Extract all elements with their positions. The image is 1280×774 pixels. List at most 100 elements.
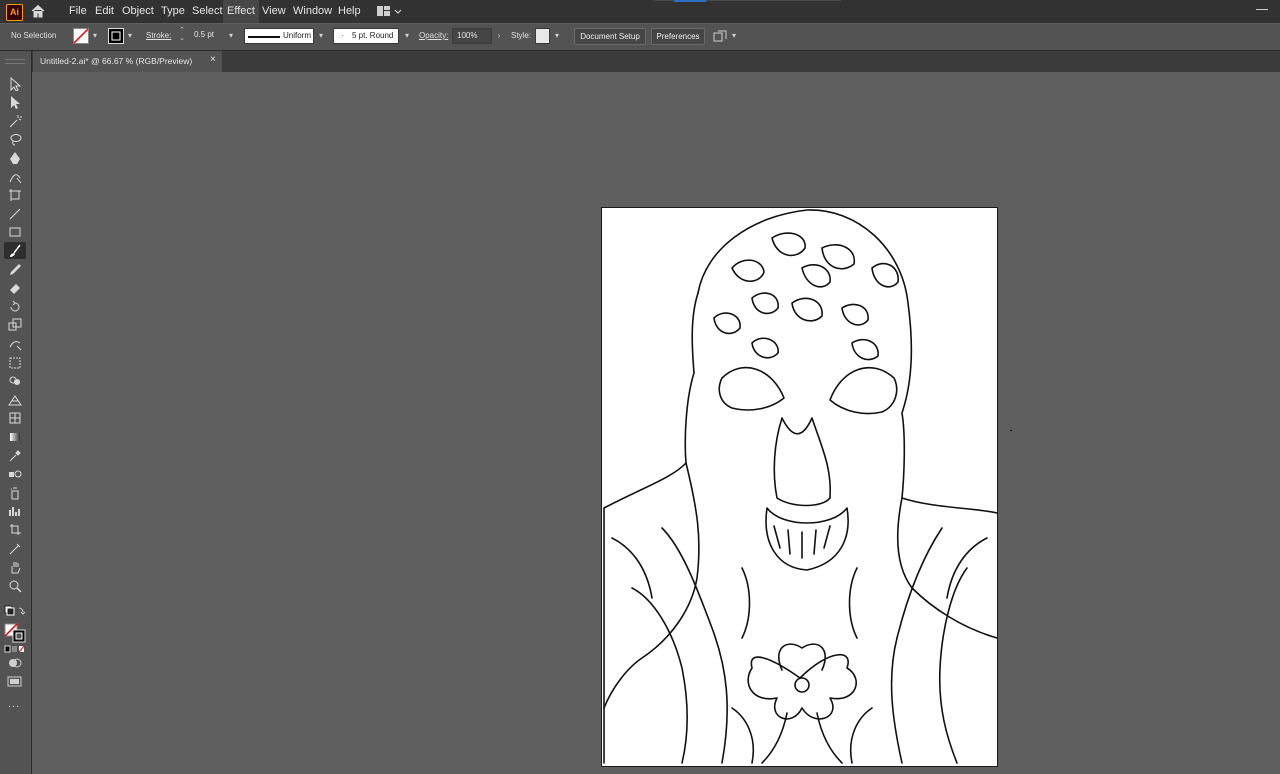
mesh-icon <box>9 412 21 424</box>
stroke-weight-dropdown-icon[interactable]: ▾ <box>226 30 236 42</box>
fill-none-swatch[interactable] <box>73 28 89 44</box>
stroke-weight-field[interactable]: 0.5 pt <box>190 28 220 44</box>
rotate-icon <box>10 300 20 312</box>
eyedropper-icon <box>9 449 21 461</box>
profile-line-icon <box>248 36 280 38</box>
opacity-label[interactable]: Opacity: <box>419 31 448 40</box>
default-fill-stroke-icon[interactable] <box>4 605 26 621</box>
blend-tool[interactable] <box>4 466 26 483</box>
rotate-tool[interactable] <box>4 298 26 315</box>
paintbrush-icon <box>10 244 21 257</box>
fill-stroke-icon[interactable] <box>4 623 26 643</box>
screen-mode-icon[interactable] <box>7 675 23 687</box>
artboard-tool[interactable] <box>4 187 26 204</box>
direct-selection-tool[interactable] <box>4 94 26 111</box>
workspace-switcher-icon[interactable] <box>376 4 402 19</box>
selection-icon <box>10 76 22 91</box>
slice-icon <box>10 523 21 535</box>
profile-dropdown-icon[interactable]: ▾ <box>316 30 326 42</box>
minimize-icon[interactable] <box>1252 3 1272 19</box>
free-transform-icon <box>9 357 21 368</box>
brush-dropdown-icon[interactable]: ▾ <box>402 30 412 42</box>
profile-label: Uniform <box>283 31 312 40</box>
line-segment-tool[interactable] <box>4 205 26 222</box>
eraser-alt-tool[interactable] <box>4 540 26 557</box>
accent-indicator <box>674 0 706 2</box>
lasso-icon <box>10 134 22 146</box>
document-tab-title: Untitled-2.ai* @ 66.67 % (RGB/Preview) <box>40 56 193 66</box>
scale-tool[interactable] <box>4 317 26 334</box>
variable-width-profile[interactable]: Uniform <box>244 28 314 44</box>
hand-icon <box>11 562 21 574</box>
magic-wand-tool[interactable] <box>4 112 26 129</box>
slice-tool[interactable] <box>4 521 26 538</box>
menu-type[interactable]: Type <box>157 0 189 23</box>
control-bar: No Selection ▾ ▾ Stroke: ⌃ ⌄ 0.5 pt ▾ Uni… <box>0 24 1280 51</box>
opacity-arrow-icon[interactable]: › <box>494 30 504 42</box>
mesh-tool[interactable] <box>4 410 26 427</box>
home-icon[interactable] <box>30 3 46 19</box>
fill-dropdown-icon[interactable]: ▾ <box>90 30 100 42</box>
edit-toolbar-icon[interactable]: ... <box>8 698 20 710</box>
scale-icon <box>8 318 22 331</box>
curvature-tool[interactable] <box>4 168 26 185</box>
opacity-field[interactable]: 100% <box>452 28 492 44</box>
menu-effect[interactable]: Effect <box>223 0 259 23</box>
menu-view[interactable]: View <box>258 0 290 23</box>
document-setup-button[interactable]: Document Setup <box>574 28 646 45</box>
shape-builder-tool[interactable] <box>4 373 26 390</box>
free-transform-tool[interactable] <box>4 354 26 371</box>
magic-wand-icon <box>9 114 22 128</box>
shape-builder-icon <box>9 376 20 386</box>
line-segment-icon <box>9 208 21 220</box>
zoom-tool[interactable] <box>4 577 26 594</box>
graphic-style-swatch[interactable] <box>535 28 550 44</box>
eraser-alt-icon <box>9 543 21 554</box>
document-tab[interactable]: Untitled-2.ai* @ 66.67 % (RGB/Preview) × <box>33 51 222 72</box>
close-icon[interactable]: × <box>210 54 216 65</box>
style-dropdown-icon[interactable]: ▾ <box>552 30 562 42</box>
color-mode-icon[interactable] <box>4 645 26 653</box>
pen-tool[interactable] <box>4 149 26 166</box>
stroke-dropdown-icon[interactable]: ▾ <box>125 30 135 42</box>
menu-select[interactable]: Select <box>188 0 227 23</box>
menu-edit[interactable]: Edit <box>91 0 118 23</box>
selection-tool[interactable] <box>4 75 26 92</box>
preferences-button[interactable]: Preferences <box>651 28 705 45</box>
draw-mode-icon[interactable] <box>8 657 22 669</box>
monster-line-art <box>603 209 998 764</box>
stroke-label[interactable]: Stroke: <box>146 31 171 40</box>
pencil-tool[interactable] <box>4 261 26 278</box>
column-graph-tool[interactable] <box>4 503 26 520</box>
lasso-tool[interactable] <box>4 131 26 148</box>
rectangle-tool[interactable] <box>4 224 26 241</box>
eraser-icon <box>10 284 20 295</box>
panel-grip[interactable] <box>5 59 25 64</box>
selection-status: No Selection <box>11 31 57 40</box>
column-graph-icon <box>9 507 20 517</box>
pen-icon <box>10 151 20 164</box>
menu-bar: Ai File Edit Object Type Select Effect V… <box>0 0 1280 23</box>
artboard[interactable] <box>601 207 998 767</box>
symbol-sprayer-tool[interactable] <box>4 484 26 501</box>
blend-icon <box>9 470 22 478</box>
arrange-dropdown-icon[interactable]: ▾ <box>729 30 739 42</box>
menu-file[interactable]: File <box>65 0 91 23</box>
warp-tool[interactable] <box>4 335 26 352</box>
gradient-icon <box>10 432 20 441</box>
brush-definition[interactable]: · 5 pt. Round <box>333 28 399 44</box>
eraser-tool[interactable] <box>4 280 26 297</box>
app-logo: Ai <box>6 4 23 21</box>
gradient-tool[interactable] <box>4 428 26 445</box>
arrange-documents-icon[interactable] <box>713 30 727 44</box>
menu-object[interactable]: Object <box>118 0 158 23</box>
eyedropper-tool[interactable] <box>4 447 26 464</box>
hand-tool[interactable] <box>4 559 26 576</box>
perspective-grid-tool[interactable] <box>4 391 26 408</box>
stroke-stepper-icon[interactable]: ⌃ ⌄ <box>177 27 187 42</box>
paintbrush-tool[interactable] <box>4 242 26 260</box>
stroke-swatch[interactable] <box>108 28 124 44</box>
menu-window[interactable]: Window <box>289 0 336 23</box>
rectangle-icon <box>9 227 21 237</box>
menu-help[interactable]: Help <box>334 0 365 23</box>
